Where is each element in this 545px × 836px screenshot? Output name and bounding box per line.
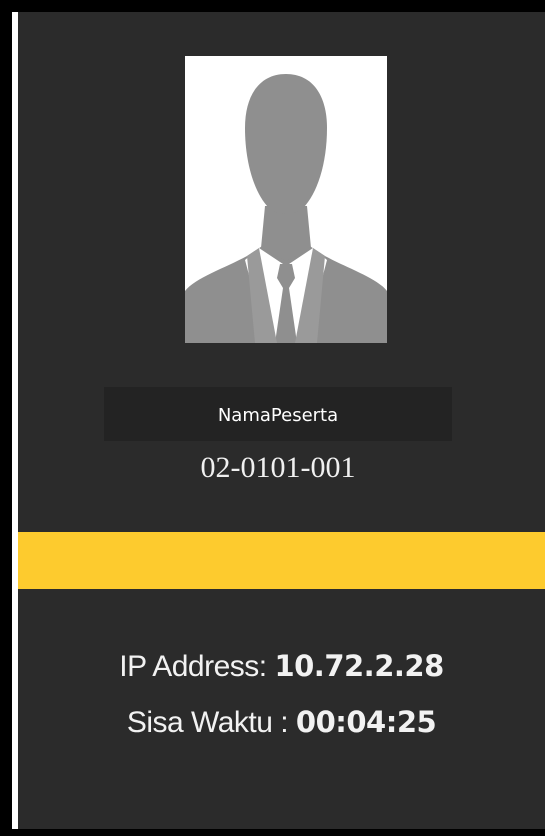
remaining-time-value: 00:04:25 <box>295 705 437 739</box>
ip-address-value: 10.72.2.28 <box>274 649 444 683</box>
remaining-time-label: Sisa Waktu : <box>126 706 296 739</box>
participant-id: 02-0101-001 <box>200 451 356 484</box>
participant-photo <box>185 56 387 343</box>
person-silhouette-icon <box>185 56 387 343</box>
ip-address-line: IP Address: 10.72.2.28 <box>18 646 545 687</box>
status-bar <box>18 532 545 589</box>
remaining-time-line: Sisa Waktu : 00:04:25 <box>18 702 545 743</box>
app-window: NamaPeserta 02-0101-001 IP Address: 10.7… <box>0 0 545 836</box>
participant-name: NamaPeserta <box>104 387 452 441</box>
ip-address-label: IP Address: <box>119 650 275 683</box>
